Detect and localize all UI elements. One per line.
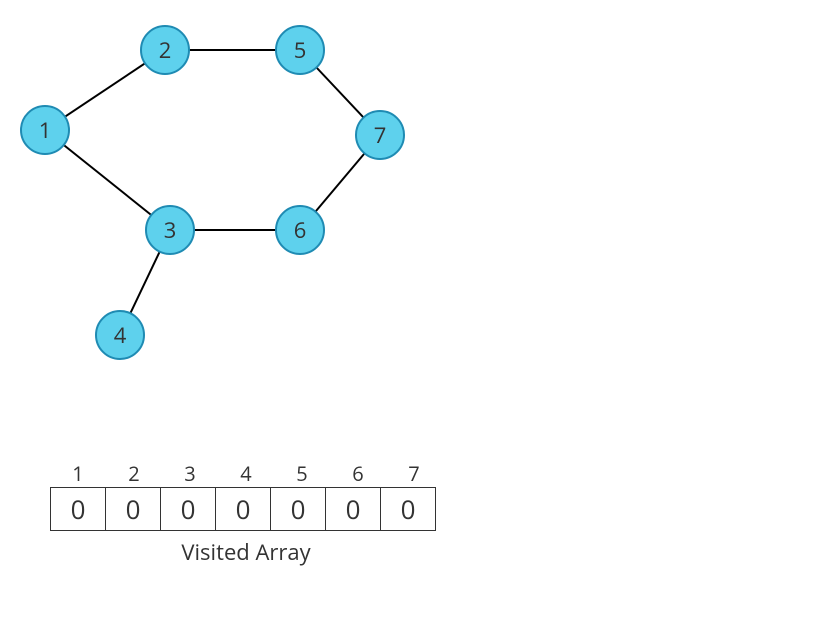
array-cell: 0 [325, 487, 381, 531]
array-index: 7 [386, 460, 442, 487]
array-value-row: 0 0 0 0 0 0 0 [50, 487, 442, 531]
array-index: 1 [50, 460, 106, 487]
array-index: 3 [162, 460, 218, 487]
visited-array: 1 2 3 4 5 6 7 0 0 0 0 0 0 0 Visited Arra… [50, 460, 442, 567]
node-4: 4 [96, 311, 144, 359]
node-label: 4 [114, 320, 127, 350]
array-cell: 0 [380, 487, 436, 531]
node-label: 1 [39, 115, 52, 145]
node-2: 2 [141, 26, 189, 74]
array-cell: 0 [160, 487, 216, 531]
node-6: 6 [276, 206, 324, 254]
array-index-row: 1 2 3 4 5 6 7 [50, 460, 442, 487]
node-3: 3 [146, 206, 194, 254]
array-index: 2 [106, 460, 162, 487]
array-cell: 0 [270, 487, 326, 531]
node-5: 5 [276, 26, 324, 74]
array-cell: 0 [50, 487, 106, 531]
array-caption: Visited Array [50, 537, 442, 567]
node-label: 6 [294, 215, 307, 245]
node-label: 7 [374, 120, 387, 150]
array-index: 5 [274, 460, 330, 487]
array-cell: 0 [215, 487, 271, 531]
array-cell: 0 [105, 487, 161, 531]
graph-diagram: 1 2 3 4 5 6 7 [0, 0, 819, 400]
array-index: 6 [330, 460, 386, 487]
node-7: 7 [356, 111, 404, 159]
node-label: 3 [164, 215, 177, 245]
array-index: 4 [218, 460, 274, 487]
node-label: 5 [294, 35, 307, 65]
node-label: 2 [159, 35, 172, 65]
node-1: 1 [21, 106, 69, 154]
